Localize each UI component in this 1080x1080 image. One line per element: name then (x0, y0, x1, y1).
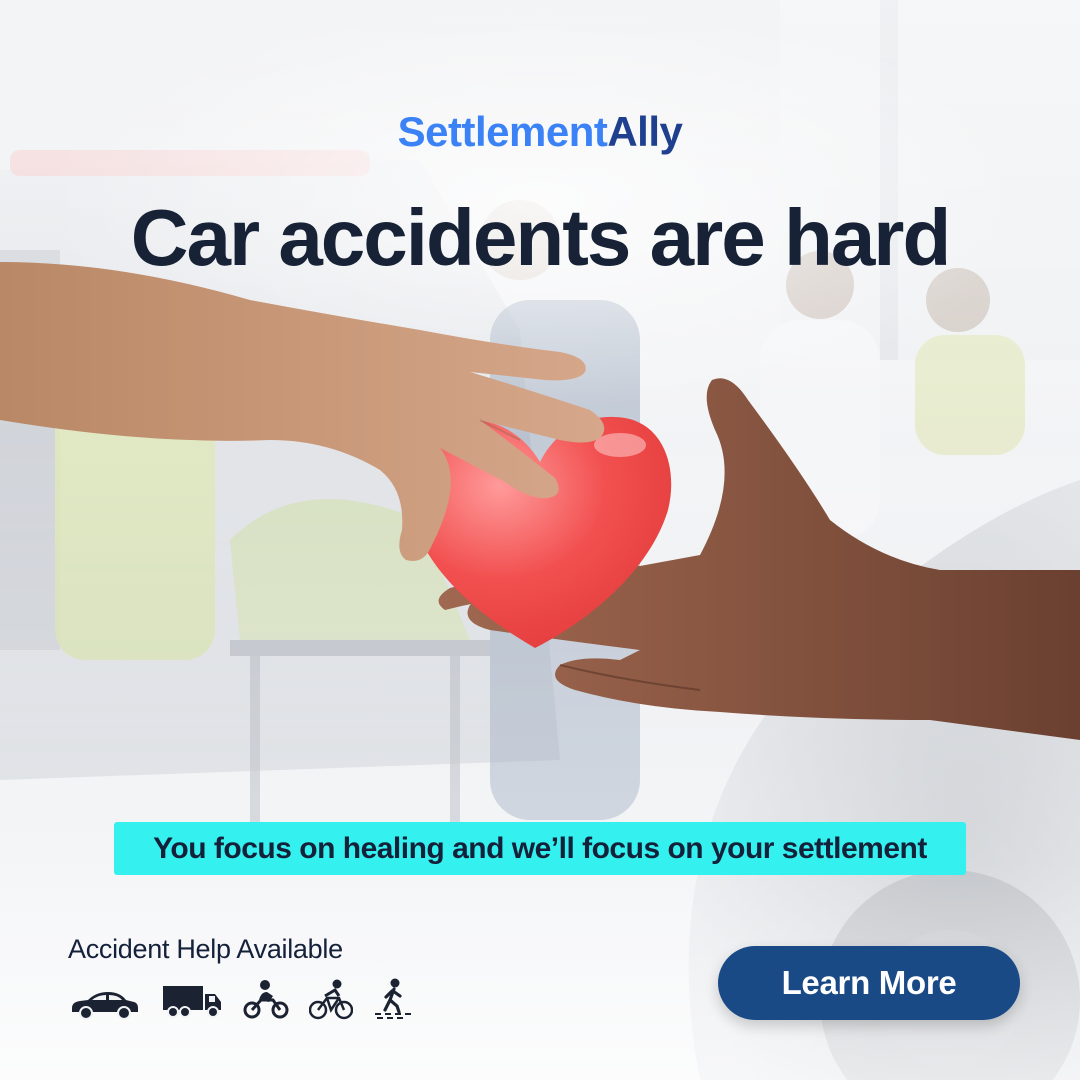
accident-types-icons (68, 978, 428, 1022)
ad-canvas: SettlementAlly Car accidents are hard Yo… (0, 0, 1080, 1080)
brand-name-part2: Ally (607, 108, 683, 155)
brand-logo: SettlementAlly (0, 108, 1080, 156)
car-icon (72, 992, 138, 1020)
brand-name-part1: Settlement (397, 108, 608, 155)
pedestrian-icon (375, 978, 411, 1019)
learn-more-button[interactable]: Learn More (718, 946, 1020, 1020)
bicycle-icon (309, 979, 353, 1020)
headline: Car accidents are hard (130, 193, 952, 282)
tagline-banner: You focus on healing and we’ll focus on … (114, 822, 966, 875)
hands-heart-illustration (0, 262, 1080, 740)
truck-icon (163, 986, 221, 1018)
accident-help-title: Accident Help Available (68, 934, 343, 964)
motorcycle-icon (243, 980, 289, 1019)
